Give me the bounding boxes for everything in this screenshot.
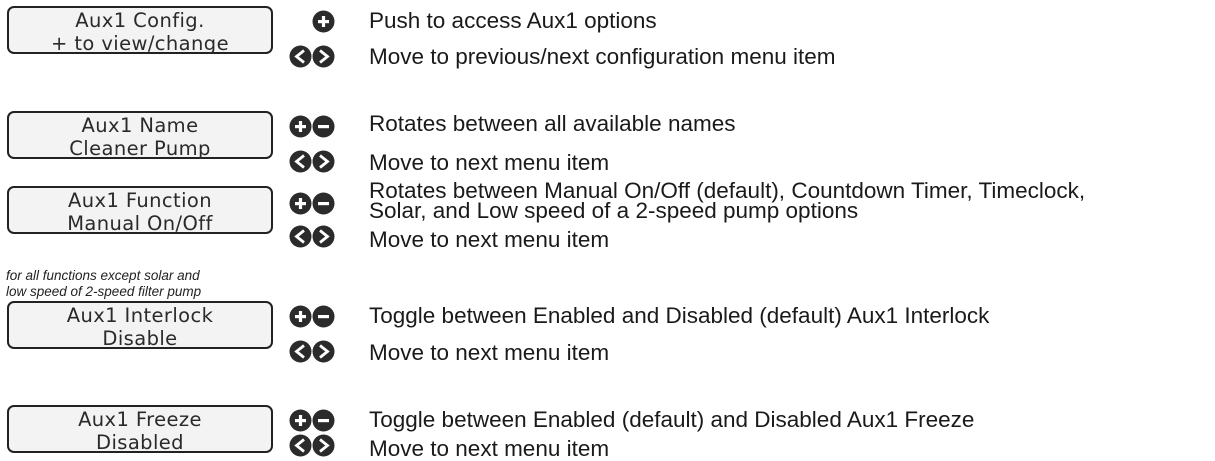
lcd-line1: Aux1 Function [68,189,212,212]
right-arrow-button-icon[interactable] [312,434,335,457]
plus-button-icon[interactable] [312,10,335,33]
left-arrow-button-icon[interactable] [289,45,312,68]
minus-button-icon[interactable] [312,305,335,328]
lcd-line2: + to view/change [51,32,229,55]
note-line1: for all functions except solar and [6,268,200,283]
action-description: Toggle between Enabled (default) and Dis… [369,407,975,432]
lcd-display-aux1-name: Aux1 Name Cleaner Pump [7,111,273,160]
action-description: Toggle between Enabled and Disabled (def… [369,303,990,328]
minus-button-icon[interactable] [312,115,335,138]
plus-button-icon[interactable] [289,192,312,215]
lcd-line2: Disabled [96,431,184,454]
plus-button-icon[interactable] [289,115,312,138]
conditional-note: for all functions except solar and low s… [6,268,201,300]
lcd-line2: Cleaner Pump [69,137,211,160]
note-line2: low speed of 2-speed filter pump [6,284,202,299]
action-description: Push to access Aux1 options [369,8,657,33]
minus-button-icon[interactable] [312,409,335,432]
action-description: Solar, and Low speed of a 2-speed pump o… [369,198,859,223]
lcd-display-aux1-freeze: Aux1 Freeze Disabled [7,405,273,454]
action-description: Move to next menu item [369,150,610,175]
action-description: Move to next menu item [369,436,610,461]
lcd-line2: Disable [102,327,178,350]
lcd-display-aux1-interlock: Aux1 Interlock Disable [7,301,273,350]
lcd-line2: Manual On/Off [67,212,213,235]
minus-button-icon[interactable] [312,192,335,215]
lcd-line1: Aux1 Interlock [66,304,214,327]
left-arrow-button-icon[interactable] [289,225,312,248]
left-arrow-button-icon[interactable] [289,150,312,173]
plus-button-icon[interactable] [289,409,312,432]
left-arrow-button-icon[interactable] [289,434,312,457]
right-arrow-button-icon[interactable] [312,225,335,248]
action-description: Rotates between all available names [369,111,736,136]
lcd-line1: Aux1 Config. [75,9,205,32]
lcd-line1: Aux1 Name [81,114,199,137]
action-description: Move to next menu item [369,340,610,365]
lcd-line1: Aux1 Freeze [78,408,202,431]
right-arrow-button-icon[interactable] [312,45,335,68]
lcd-display-aux1-function: Aux1 Function Manual On/Off [7,186,273,235]
plus-button-icon[interactable] [289,305,312,328]
right-arrow-button-icon[interactable] [312,150,335,173]
left-arrow-button-icon[interactable] [289,340,312,363]
right-arrow-button-icon[interactable] [312,340,335,363]
lcd-display-aux1-config: Aux1 Config. + to view/change [7,6,273,55]
action-description: Move to previous/next configuration menu… [369,44,836,69]
action-description: Move to next menu item [369,227,610,252]
